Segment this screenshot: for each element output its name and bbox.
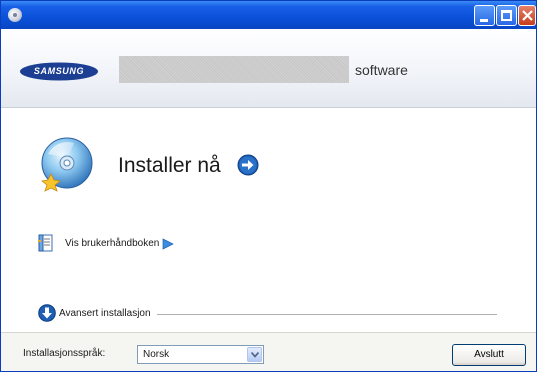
close-button[interactable] — [518, 5, 536, 26]
exit-button[interactable]: Avslutt — [452, 344, 526, 366]
samsung-logo: SAMSUNG — [19, 62, 99, 81]
language-label: Installasjonsspråk: — [23, 348, 106, 359]
title-bar[interactable] — [1, 1, 536, 29]
minimize-icon — [480, 19, 488, 22]
system-menu-icon[interactable] — [8, 8, 22, 22]
cd-disc-icon[interactable] — [38, 136, 96, 194]
chevron-down-icon — [251, 352, 259, 358]
arrow-right-circle-icon[interactable] — [237, 154, 259, 176]
arrow-down-circle-icon[interactable] — [38, 304, 56, 322]
close-icon — [522, 10, 533, 21]
manual-book-icon[interactable] — [38, 234, 53, 252]
language-dropdown-button[interactable] — [247, 347, 262, 362]
advanced-install-link[interactable]: Avansert installasjon — [59, 308, 151, 319]
maximize-button[interactable] — [496, 5, 517, 26]
install-now-link[interactable]: Installer nå — [118, 154, 221, 178]
footer-bar: Installasjonsspråk: Norsk Avslutt — [1, 332, 536, 371]
play-arrow-icon[interactable] — [162, 237, 174, 250]
language-value: Norsk — [143, 349, 170, 360]
redacted-product-name — [119, 56, 349, 83]
user-guide-link[interactable]: Vis brukerhåndboken — [65, 238, 159, 249]
header-band: SAMSUNG software — [1, 29, 536, 108]
installer-window: SAMSUNG software Installer nå Vis bruker… — [0, 0, 537, 372]
section-divider — [157, 314, 497, 315]
language-select[interactable]: Norsk — [137, 345, 264, 364]
logo-text: SAMSUNG — [33, 66, 85, 76]
product-suffix: software — [355, 62, 408, 78]
maximize-icon — [501, 10, 512, 21]
minimize-button[interactable] — [474, 5, 495, 26]
